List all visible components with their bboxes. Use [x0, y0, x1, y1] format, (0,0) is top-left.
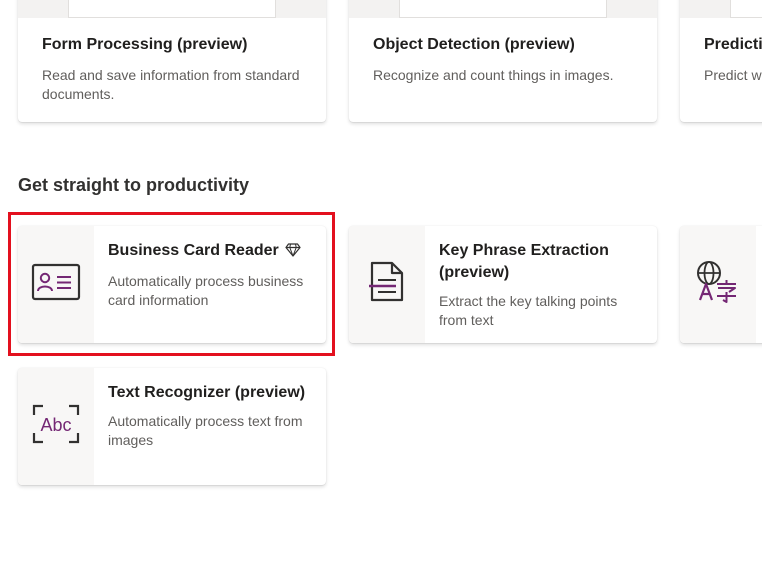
diamond-icon — [285, 242, 301, 264]
section-title: Get straight to productivity — [18, 175, 250, 195]
ai-builder-page: Form Processing (preview) Read and save … — [0, 0, 762, 575]
card-title: Form Processing (preview) — [42, 36, 248, 53]
text-recognizer-card[interactable]: Abc Text Recognizer (preview) Automatica… — [18, 368, 326, 485]
card-title: Business Card Reader — [108, 242, 279, 259]
object-detection-card[interactable]: Object Detection (preview) Recognize and… — [349, 0, 657, 122]
card-description: Predict w — [704, 67, 762, 83]
card-title: Text Recognizer (preview) — [108, 384, 306, 401]
prediction-card[interactable]: Predicti Predict w — [680, 0, 762, 122]
card-image-area — [18, 0, 326, 18]
card-image-area — [349, 0, 657, 18]
card-icon-area — [349, 226, 425, 343]
card-title: Predicti — [704, 36, 762, 53]
card-description: Automatically process text from images — [108, 413, 303, 448]
text-recognizer-icon: Abc — [32, 404, 80, 449]
card-description: Read and save information from standard … — [42, 67, 300, 102]
form-processing-card[interactable]: Form Processing (preview) Read and save … — [18, 0, 326, 122]
business-card-reader-card[interactable]: Business Card Reader Automatically proce… — [18, 226, 326, 343]
card-description: Automatically process business card info… — [108, 273, 304, 308]
card-description: Recognize and count things in images. — [373, 67, 614, 83]
icon-text: Abc — [40, 415, 71, 435]
card-description: Extract the key talking points from text — [439, 293, 618, 328]
key-phrase-extraction-card[interactable]: Key Phrase Extraction (preview) Extract … — [349, 226, 657, 343]
card-icon-area: Abc — [18, 368, 94, 485]
card-title: Key Phrase Extraction (preview) — [439, 242, 609, 281]
key-phrase-icon — [367, 260, 407, 309]
card-icon-area — [680, 226, 756, 343]
card-title: Object Detection (preview) — [373, 36, 575, 53]
language-translation-icon — [696, 260, 740, 309]
language-detection-card[interactable] — [680, 226, 762, 343]
card-icon-area — [18, 226, 94, 343]
card-image-area — [680, 0, 762, 18]
business-card-icon — [31, 263, 81, 306]
